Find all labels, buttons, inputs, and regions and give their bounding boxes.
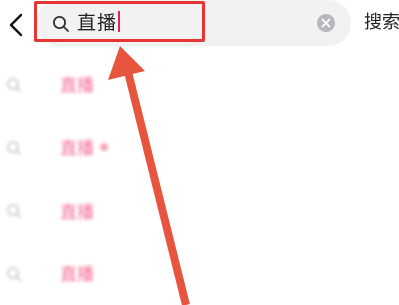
search-icon [7, 141, 22, 156]
suggestion-label: 直播 [60, 138, 108, 160]
suggestion-item[interactable]: 直播 [0, 191, 399, 231]
search-icon [7, 78, 22, 93]
suggestion-keyword: 直播 [60, 76, 94, 96]
suggestion-item[interactable]: 直播 [0, 254, 399, 294]
suggestion-keyword: 直播 [60, 139, 94, 159]
suggestion-label: 直播 [60, 202, 94, 224]
suggestion-label: 直播 [60, 75, 94, 97]
suggestion-keyword: 直播 [60, 203, 94, 223]
search-icon [7, 204, 22, 219]
search-page: 直播 搜索 直播 直播 直播 直播 [0, 0, 399, 305]
suggestion-label: 直播 [60, 264, 94, 286]
suggestion-list: 直播 直播 直播 直播 [0, 0, 399, 305]
hot-badge-icon [100, 143, 108, 151]
suggestion-item[interactable]: 直播 [0, 66, 399, 106]
suggestion-keyword: 直播 [60, 265, 94, 285]
search-icon [7, 267, 22, 282]
suggestion-item[interactable]: 直播 [0, 128, 399, 168]
